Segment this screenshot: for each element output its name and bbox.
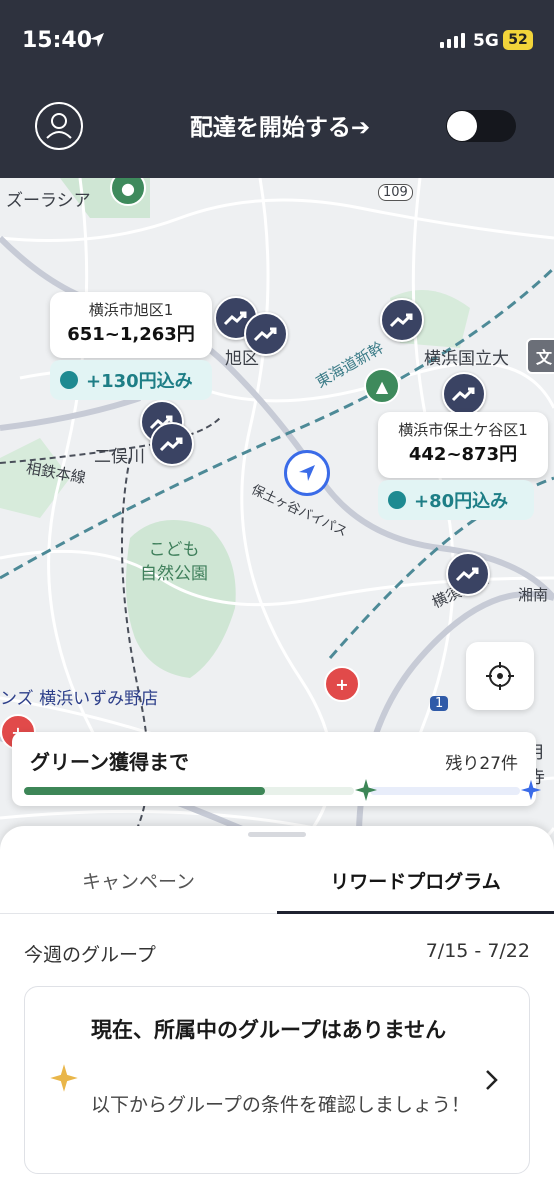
network-type: 5G [473,31,499,51]
progress-remaining: 残り27件 [445,754,518,774]
progress-green-fill [24,787,265,795]
bonus-badge-hodogaya[interactable]: +80円込み [378,480,534,520]
surge-marker-icon[interactable] [244,312,288,356]
area-card-name: 横浜市旭区1 [88,301,174,319]
tab-indicator [277,911,554,914]
map-label-izumino: ンズ 横浜いずみ野店 [0,689,159,709]
sheet-handle[interactable] [248,832,306,837]
map-label-shonan: 湘南 [518,586,549,604]
crosshair-icon [486,662,514,690]
progress-blue-track [370,787,520,795]
bottom-sheet: キャンペーン リワードプログラム 今週のグループ 7/15 - 7/22 現在、… [0,826,554,1200]
map-label-route109: 109 [378,184,413,201]
blue-sparkle-icon [520,779,542,801]
tab-reward-program[interactable]: リワードプログラム [277,846,554,914]
delivery-toggle[interactable] [446,110,516,142]
group-label: 今週のグループ [24,944,156,966]
group-dates: 7/15 - 7/22 [425,940,530,962]
sparkle-icon [50,1064,78,1092]
progress-title: グリーン獲得まで [30,750,189,774]
map-label-kodomo-park: こども 自然公園 [140,538,208,586]
surge-marker-icon[interactable] [380,298,424,342]
green-progress-card[interactable]: グリーン獲得まで 残り27件 [12,732,542,806]
user-icon [46,113,72,139]
surge-marker-icon[interactable] [150,422,194,466]
surge-marker-icon[interactable] [442,372,486,416]
profile-button[interactable] [35,102,83,150]
status-bar: 15:40 5G 52 [0,0,554,80]
map-label-futamatagawa: 二俣川 [94,447,145,467]
green-sparkle-icon [355,779,377,801]
progress-green-track [24,787,354,795]
toggle-knob [447,111,477,141]
header: 15:40 5G 52 配達を開始する➔ [0,0,554,178]
search-icon [60,371,78,389]
park-pin-icon[interactable]: ▲ [364,368,400,404]
map-label-kodomo-park-text: こども 自然公園 [140,540,208,584]
group-card[interactable]: 現在、所属中のグループはありません 以下からグループの条件を確認しましょう！ [24,986,530,1174]
group-card-subtitle: 以下からグループの条件を確認しましょう！ [91,1094,470,1116]
surge-marker-icon[interactable] [446,552,490,596]
area-card-range: 651~1,263円 [67,324,195,345]
area-card-hodogaya[interactable]: 横浜市保土ケ谷区1 442~873円 [378,412,548,478]
signal-icon [440,33,465,48]
location-arrow-icon [90,33,104,47]
map-label-route1: 1 [430,696,449,711]
tab-bar: キャンペーン リワードプログラム [0,846,554,914]
map-label-yokohama-kokudai: 横浜国立大 [424,349,509,369]
area-card-range: 442~873円 [408,444,518,465]
progress-track [24,779,542,801]
battery-icon: 52 [503,30,533,50]
group-card-title: 現在、所属中のグループはありません [91,1018,447,1042]
bonus-text: +80円込み [414,491,509,512]
bonus-badge-asahi[interactable]: +130円込み [50,360,212,400]
current-location-icon [284,450,330,496]
tab-campaign[interactable]: キャンペーン [0,846,277,914]
search-icon [388,491,406,509]
area-card-asahi[interactable]: 横浜市旭区1 651~1,263円 [50,292,212,358]
chevron-right-icon [486,1070,498,1090]
map-label-zoo: ズーラシア [6,191,91,211]
area-card-name: 横浜市保土ケ谷区1 [398,421,528,439]
status-time: 15:40 [22,28,93,53]
start-delivery-label[interactable]: 配達を開始する➔ [140,108,420,142]
recenter-button[interactable] [466,642,534,710]
school-pin-icon[interactable]: 文 [526,338,554,374]
bonus-text: +130円込み [86,371,193,392]
hospital-pin-icon[interactable]: + [324,666,360,702]
